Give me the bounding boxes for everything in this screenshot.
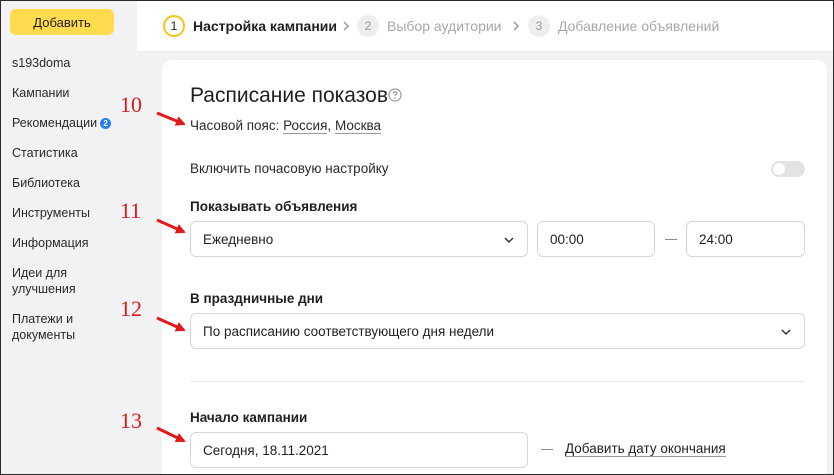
date-range-dash [541,449,553,450]
hourly-setting-label: Включить почасовую настройку [190,161,389,176]
step-campaign-settings[interactable]: 1 Настройка кампании [163,14,337,38]
section-divider [190,381,805,382]
annotation-number: 11 [120,198,142,223]
page-title: Расписание показов [190,84,388,107]
step-label: Настройка кампании [193,18,337,34]
sidebar-item-tools[interactable]: Инструменты [12,205,90,221]
sidebar: Добавить s193doma Кампании Рекомендации 2… [0,0,137,475]
show-ads-value: Ежедневно [203,231,274,247]
step-ads[interactable]: 3 Добавление объявлений [528,14,719,38]
show-ads-select[interactable]: Ежедневно [190,221,528,257]
timezone-row: Часовой пояс: Россия, Москва [190,118,382,134]
sidebar-item-ideas[interactable]: Идеи для улучшения [12,265,82,297]
time-from-input[interactable]: 00:00 [537,221,655,257]
holidays-select[interactable]: По расписанию соответствующего дня недел… [190,313,805,349]
hourly-setting-toggle[interactable] [771,161,805,177]
sidebar-item-campaigns[interactable]: Кампании [12,85,69,101]
campaign-start-value: Сегодня, 18.11.2021 [203,442,329,458]
toggle-knob [773,163,785,175]
annotation-number: 10 [120,92,142,117]
sidebar-item-payments[interactable]: Платежи и документы [12,311,92,343]
time-to-value: 24:00 [699,231,733,247]
timezone-country-link[interactable]: Россия [283,118,328,134]
add-end-date-link[interactable]: Добавить дату окончания [565,441,726,457]
annotation-number: 13 [120,408,142,433]
campaign-start-input[interactable]: Сегодня, 18.11.2021 [190,432,528,468]
sidebar-item-label: Рекомендации [12,116,98,130]
annotation-number: 12 [120,296,142,321]
recommendations-count-badge: 2 [100,118,112,129]
step-number: 1 [163,15,185,37]
campaign-start-label: Начало кампании [190,410,308,425]
chevron-right-icon [343,21,350,31]
step-audience[interactable]: 2 Выбор аудитории [357,14,502,38]
time-from-value: 00:00 [550,231,584,247]
add-button[interactable]: Добавить [10,9,114,35]
account-name[interactable]: s193doma [12,55,70,71]
sidebar-item-statistics[interactable]: Статистика [12,145,78,161]
timezone-label: Часовой пояс: [190,118,280,133]
chevron-down-icon [781,329,791,336]
time-range-dash [665,239,677,240]
sidebar-item-info[interactable]: Информация [12,235,89,251]
time-to-input[interactable]: 24:00 [686,221,805,257]
step-number: 2 [357,15,379,37]
step-label: Добавление объявлений [558,18,720,34]
step-number: 3 [528,15,550,37]
holidays-label: В праздничные дни [190,291,324,306]
step-label: Выбор аудитории [387,18,502,34]
timezone-separator: , [327,118,332,133]
chevron-right-icon [513,21,520,31]
sidebar-item-library[interactable]: Библиотека [12,175,80,191]
chevron-down-icon [504,237,514,244]
sidebar-item-recommendations[interactable]: Рекомендации 2 [12,115,112,131]
help-icon[interactable] [388,88,402,102]
show-ads-label: Показывать объявления [190,199,358,214]
timezone-city-link[interactable]: Москва [334,118,382,134]
holidays-value: По расписанию соответствующего дня недел… [203,323,495,339]
